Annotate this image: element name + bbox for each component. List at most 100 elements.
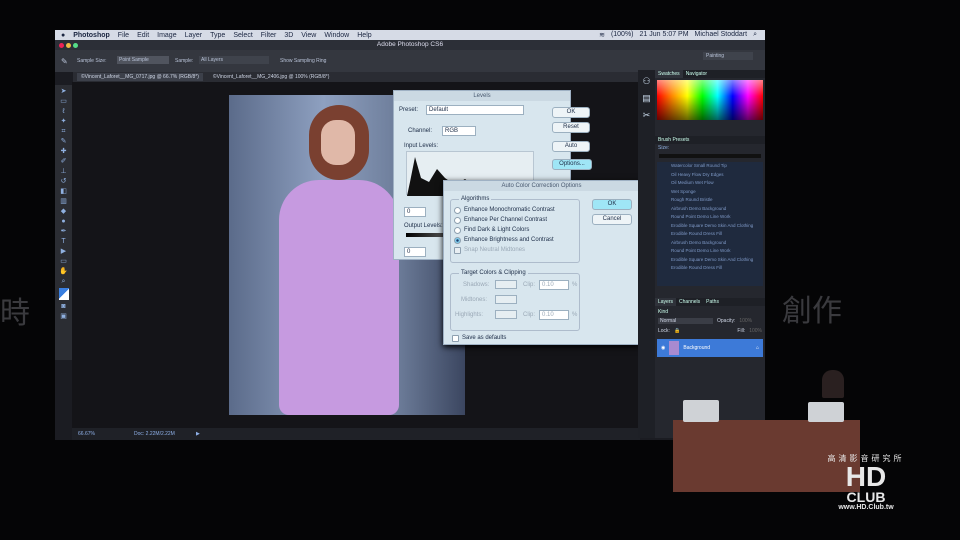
shadows-swatch[interactable] (495, 280, 517, 289)
layer-background-row[interactable]: ◉ Background ⌂ (657, 339, 763, 357)
eyedropper-tool-icon[interactable]: ✎ (59, 138, 69, 145)
snap-neutral-midtones-checkbox[interactable]: Snap Neutral Midtones (454, 245, 555, 255)
menu-help[interactable]: Help (357, 32, 371, 39)
close-window-button[interactable] (59, 43, 64, 48)
color-swatches-icon[interactable] (58, 288, 69, 300)
brush-item[interactable]: Wet Sponge (657, 188, 763, 197)
size-slider[interactable] (659, 154, 761, 158)
brush-item[interactable]: Rough Round Bristle (657, 196, 763, 205)
type-tool-icon[interactable]: T (59, 238, 69, 245)
brush-item[interactable]: Erodible Round Dress Fill (657, 264, 763, 273)
hand-tool-icon[interactable]: ✋ (59, 268, 69, 275)
menu-3d[interactable]: 3D (284, 32, 293, 39)
visibility-eye-icon[interactable]: ◉ (661, 345, 665, 351)
tab-swatches[interactable]: Swatches (655, 70, 683, 78)
highlights-swatch[interactable] (495, 310, 517, 319)
radio-brightness-contrast[interactable]: Enhance Brightness and Contrast (454, 235, 555, 245)
sample-select[interactable]: All Layers (199, 56, 269, 64)
tool-presets-icon[interactable]: ✂ (638, 110, 655, 121)
menu-file[interactable]: File (118, 32, 129, 39)
battery-status[interactable]: (100%) (611, 31, 634, 39)
opacity-field[interactable]: 100% (739, 318, 752, 324)
fill-field[interactable]: 100% (749, 328, 762, 334)
brush-tool-icon[interactable]: ✐ (59, 158, 69, 165)
output-black-field[interactable]: 0 (404, 247, 426, 257)
actions-icon[interactable]: ▤ (638, 93, 655, 104)
levels-auto-button[interactable]: Auto (552, 141, 590, 152)
tab-channels[interactable]: Channels (676, 298, 703, 306)
workspace-select[interactable]: Painting (703, 52, 753, 60)
menu-window[interactable]: Window (324, 32, 349, 39)
dodge-tool-icon[interactable]: ● (59, 218, 69, 225)
move-tool-icon[interactable]: ➤ (59, 88, 69, 95)
shape-tool-icon[interactable]: ▭ (59, 258, 69, 265)
doc-size[interactable]: Doc: 2.22M/2.22M (134, 428, 175, 440)
menu-type[interactable]: Type (210, 32, 225, 39)
levels-reset-button[interactable]: Reset (552, 122, 590, 133)
layer-kind-filter[interactable]: Kind (655, 308, 765, 316)
show-sampling-ring-checkbox[interactable]: Show Sampling Ring (280, 58, 326, 64)
wifi-icon[interactable]: ≋ (599, 31, 605, 39)
clock[interactable]: 21 Jun 5:07 PM (640, 31, 689, 39)
menu-filter[interactable]: Filter (261, 32, 277, 39)
brush-item[interactable]: Erodible Square Demo Skin And Clothing (657, 256, 763, 265)
menu-select[interactable]: Select (233, 32, 252, 39)
brush-item[interactable]: Oil Heavy Flow Dry Edges (657, 171, 763, 180)
input-black-field[interactable]: 0 (404, 207, 426, 217)
screen-mode-icon[interactable]: ▣ (59, 313, 69, 320)
lock-icon[interactable]: 🔒 (674, 328, 680, 334)
sample-size-select[interactable]: Point Sample (117, 56, 169, 64)
brush-item[interactable]: Watercolor Small Round Tip (657, 162, 763, 171)
menu-view[interactable]: View (301, 32, 316, 39)
tab-paths[interactable]: Paths (703, 298, 722, 306)
radio-find-dark-light[interactable]: Find Dark & Light Colors (454, 225, 555, 235)
spotlight-search-icon[interactable]: ⌕ (753, 31, 757, 39)
blur-tool-icon[interactable]: ◆ (59, 208, 69, 215)
tab-document-2406[interactable]: ©Vincent_Laforet__MG_2406.jpg @ 100% (RG… (209, 73, 334, 81)
channel-select[interactable]: RGB (442, 126, 476, 136)
stamp-tool-icon[interactable]: ⊥ (59, 168, 69, 175)
tab-document-0717[interactable]: ©Vincent_Laforet__MG_0717.jpg @ 66.7% (R… (77, 73, 203, 81)
radio-monochromatic-contrast[interactable]: Enhance Monochromatic Contrast (454, 205, 555, 215)
menu-edit[interactable]: Edit (137, 32, 149, 39)
brush-item[interactable]: Round Point Demo Line Work (657, 247, 763, 256)
auto-color-cancel-button[interactable]: Cancel (592, 214, 632, 225)
tab-layers[interactable]: Layers (655, 298, 677, 306)
radio-per-channel-contrast[interactable]: Enhance Per Channel Contrast (454, 215, 555, 225)
user-name[interactable]: Michael Stoddart (695, 31, 748, 39)
shadows-clip-field[interactable]: 0.10 (539, 280, 569, 290)
path-select-tool-icon[interactable]: ▶ (59, 248, 69, 255)
brush-item[interactable]: Round Point Demo Line Work (657, 213, 763, 222)
brush-item[interactable]: Oil Medium Wet Flow (657, 179, 763, 188)
preset-select[interactable]: Default (426, 105, 524, 115)
healing-tool-icon[interactable]: ✚ (59, 148, 69, 155)
gradient-tool-icon[interactable]: ▥ (59, 198, 69, 205)
apple-icon[interactable]: ● (61, 32, 65, 39)
zoom-level[interactable]: 66.67% (78, 428, 95, 440)
history-icon[interactable]: ⚇ (638, 76, 655, 87)
status-menu-arrow-icon[interactable]: ▶ (196, 428, 200, 440)
tab-navigator[interactable]: Navigator (683, 70, 710, 78)
brush-item[interactable]: Airbrush Demo Background (657, 205, 763, 214)
document-canvas[interactable]: Levels Preset: Default Channel: RGB Inpu… (72, 82, 640, 428)
brush-item[interactable]: Erodible Round Dress Fill (657, 230, 763, 239)
levels-ok-button[interactable]: OK (552, 107, 590, 118)
menu-image[interactable]: Image (157, 32, 176, 39)
save-as-defaults-checkbox[interactable]: Save as defaults (452, 333, 506, 343)
menu-photoshop[interactable]: Photoshop (73, 32, 110, 39)
quick-select-tool-icon[interactable]: ✦ (59, 118, 69, 125)
eyedropper-icon[interactable]: ✎ (61, 57, 68, 66)
midtones-swatch[interactable] (495, 295, 517, 304)
lasso-tool-icon[interactable]: ℓ (59, 108, 69, 115)
highlights-clip-field[interactable]: 0.10 (539, 310, 569, 320)
history-brush-tool-icon[interactable]: ↺ (59, 178, 69, 185)
zoom-window-button[interactable] (73, 43, 78, 48)
brush-item[interactable]: Airbrush Demo Background (657, 239, 763, 248)
menu-layer[interactable]: Layer (185, 32, 203, 39)
swatches-grid[interactable] (657, 80, 763, 120)
eraser-tool-icon[interactable]: ◧ (59, 188, 69, 195)
pen-tool-icon[interactable]: ✒ (59, 228, 69, 235)
crop-tool-icon[interactable]: ⌗ (59, 128, 69, 135)
zoom-tool-icon[interactable]: ⌕ (59, 278, 69, 285)
brush-item[interactable]: Erodible Square Demo Skin And Clothing (657, 222, 763, 231)
